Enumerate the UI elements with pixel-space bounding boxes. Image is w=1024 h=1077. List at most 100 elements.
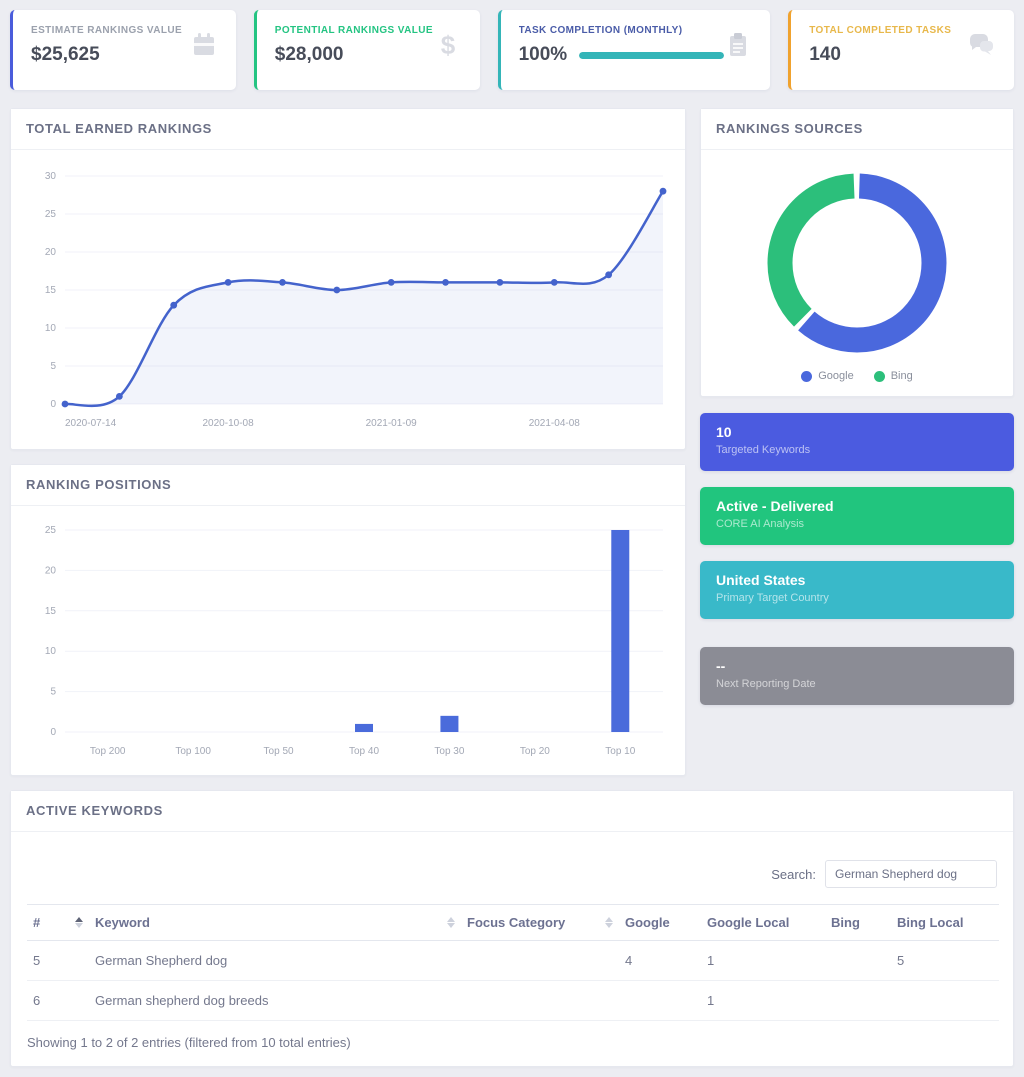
svg-text:Top 10: Top 10	[605, 746, 635, 757]
rankings-sources-panel: RANKINGS SOURCES Google Bing	[700, 108, 1014, 397]
svg-text:2021-04-08: 2021-04-08	[529, 418, 581, 429]
legend-label: Google	[818, 370, 854, 382]
svg-text:15: 15	[45, 285, 57, 296]
keywords-table: # Keyword Focus Category Google Google L…	[27, 904, 999, 1021]
info-card-title: United States	[716, 572, 806, 588]
svg-text:Top 200: Top 200	[90, 746, 126, 757]
dollar-icon: $	[434, 30, 462, 64]
search-label: Search:	[771, 866, 816, 882]
legend-item-google[interactable]: Google	[801, 370, 854, 382]
ranking-positions-panel: RANKING POSITIONS 0 5 10 15 20 25 Top 200 Top 1…	[10, 464, 686, 776]
legend-label: Bing	[890, 370, 913, 382]
bar-chart: 0 5 10 15 20 25 Top 200 Top 100 Top 50 Top 40 Top …	[45, 525, 663, 757]
right-column: RANKINGS SOURCES Google Bing 10 Targeted…	[700, 108, 1014, 705]
bing-legend-dot	[873, 370, 885, 382]
info-card-subtitle: CORE AI Analysis	[716, 518, 805, 530]
google-legend-dot	[801, 370, 813, 382]
svg-text:Top 50: Top 50	[264, 746, 294, 757]
calendar-icon	[190, 31, 218, 64]
column-header-focus-category[interactable]: Focus Category	[461, 904, 619, 941]
panel-header: TOTAL EARNED RANKINGS	[11, 109, 685, 150]
clipboard-icon	[724, 31, 752, 64]
stat-label: POTENTIAL RANKINGS VALUE	[274, 25, 433, 36]
svg-text:0: 0	[50, 399, 56, 410]
svg-text:5: 5	[50, 687, 56, 698]
sort-icon	[605, 917, 613, 928]
panel-title: RANKINGS SOURCES	[716, 121, 863, 136]
info-card-title: --	[716, 658, 726, 674]
svg-text:0: 0	[50, 727, 56, 738]
panel-title: RANKING POSITIONS	[26, 477, 172, 492]
table-search-row: Search:	[27, 860, 997, 888]
cell-bing-local: 5	[891, 940, 999, 981]
table-header-row: # Keyword Focus Category Google Google L…	[27, 904, 999, 941]
cell-keyword: German Shepherd dog	[89, 940, 461, 981]
legend-item-bing[interactable]: Bing	[873, 370, 913, 382]
dashboard: ESTIMATE RANKINGS VALUE $25,625 POTENTIA…	[0, 0, 1024, 1077]
line-chart: 0 5 10 15 20 25 30 2020-07-14 2020-10-08 2021-01-…	[45, 171, 667, 429]
stat-card-potential-rankings-value: POTENTIAL RANKINGS VALUE $28,000 $	[253, 10, 480, 90]
stat-value: 100%	[518, 44, 568, 65]
task-progress-track	[579, 51, 725, 59]
panel-header: RANKING POSITIONS	[11, 465, 685, 506]
stat-label: TASK COMPLETION (MONTHLY)	[518, 25, 683, 36]
column-header-keyword[interactable]: Keyword	[89, 904, 461, 941]
chat-icon	[966, 31, 996, 64]
column-header-google-local[interactable]: Google Local	[701, 904, 825, 941]
search-input[interactable]	[825, 860, 997, 888]
svg-text:$: $	[440, 31, 455, 59]
svg-text:Top 100: Top 100	[175, 746, 211, 757]
svg-text:25: 25	[45, 525, 57, 536]
svg-text:20: 20	[45, 565, 57, 576]
svg-text:25: 25	[45, 209, 57, 220]
task-progress-bar	[579, 51, 725, 59]
info-card-subtitle: Next Reporting Date	[716, 678, 816, 690]
column-header-google[interactable]: Google	[619, 904, 701, 941]
column-header-bing-local[interactable]: Bing Local	[891, 904, 999, 941]
total-earned-rankings-panel: TOTAL EARNED RANKINGS 0 5 10 15 20 25 30 2020-0…	[10, 108, 686, 450]
cell-google: 4	[619, 940, 701, 981]
stat-cards-row: ESTIMATE RANKINGS VALUE $25,625 POTENTIA…	[10, 10, 1014, 90]
cell-google-local: 1	[701, 940, 825, 981]
svg-text:15: 15	[45, 606, 57, 617]
panel-header: RANKINGS SOURCES	[701, 109, 1013, 150]
info-card-next-reporting-date: -- Next Reporting Date	[700, 647, 1014, 705]
stat-card-total-completed-tasks: TOTAL COMPLETED TASKS 140	[788, 10, 1014, 90]
svg-text:2020-07-14: 2020-07-14	[65, 418, 117, 429]
info-card-title: Active - Delivered	[716, 498, 834, 514]
svg-text:30: 30	[45, 171, 57, 182]
column-header-num[interactable]: #	[27, 904, 89, 941]
stat-label: TOTAL COMPLETED TASKS	[809, 25, 952, 36]
svg-text:Top 30: Top 30	[434, 746, 464, 757]
stat-value: $28,000	[274, 44, 344, 65]
svg-text:2020-10-08: 2020-10-08	[203, 418, 255, 429]
info-card-subtitle: Targeted Keywords	[716, 444, 811, 456]
panel-title: TOTAL EARNED RANKINGS	[26, 121, 212, 136]
column-header-bing[interactable]: Bing	[825, 904, 891, 941]
chart-legend: Google Bing	[801, 370, 913, 382]
stat-card-task-completion: TASK COMPLETION (MONTHLY) 100%	[497, 10, 771, 90]
sort-icon	[75, 917, 83, 928]
svg-text:Top 40: Top 40	[349, 746, 379, 757]
left-column: TOTAL EARNED RANKINGS 0 5 10 15 20 25 30 2020-0…	[10, 108, 686, 776]
info-card-title: 10	[716, 424, 732, 440]
svg-text:5: 5	[50, 361, 56, 372]
info-card-targeted-keywords: 10 Targeted Keywords	[700, 413, 1014, 471]
cell-num: 5	[27, 940, 89, 981]
stat-value: 140	[809, 44, 841, 65]
cell-focus-category	[461, 940, 619, 981]
info-card-core-ai-analysis: Active - Delivered CORE AI Analysis	[700, 487, 1014, 545]
panel-title: ACTIVE KEYWORDS	[26, 803, 163, 818]
svg-text:10: 10	[45, 646, 57, 657]
table-row[interactable]: 5 German Shepherd dog 4 1 5	[27, 940, 999, 981]
svg-text:2021-01-09: 2021-01-09	[366, 418, 418, 429]
svg-text:10: 10	[45, 323, 57, 334]
info-card-subtitle: Primary Target Country	[716, 592, 829, 604]
active-keywords-panel: ACTIVE KEYWORDS Search: # Keyword Focus …	[10, 790, 1014, 1067]
stat-label: ESTIMATE RANKINGS VALUE	[31, 25, 183, 36]
sort-icon	[447, 917, 455, 928]
svg-text:Top 20: Top 20	[520, 746, 550, 757]
table-info-text: Showing 1 to 2 of 2 entries (filtered fr…	[27, 1035, 351, 1050]
stat-card-estimate-rankings-value: ESTIMATE RANKINGS VALUE $25,625	[10, 10, 236, 90]
info-card-primary-target-country: United States Primary Target Country	[700, 561, 1014, 619]
